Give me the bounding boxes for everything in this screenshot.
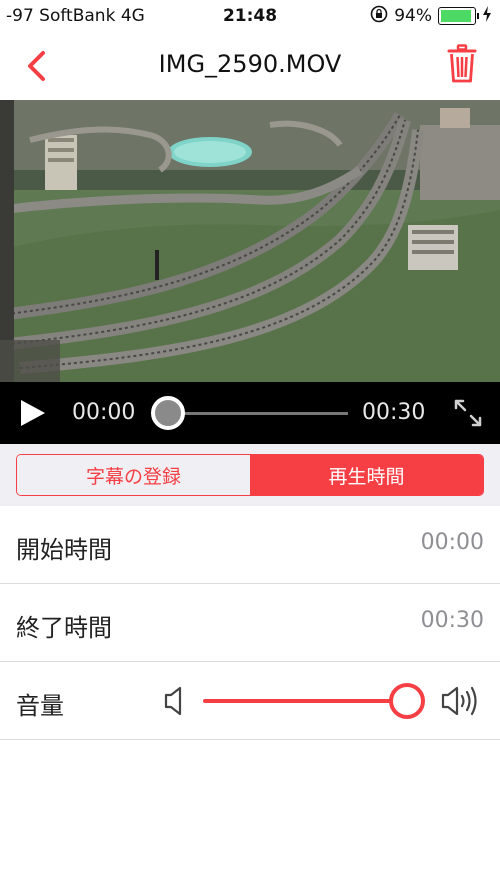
end-time-row[interactable]: 終了時間 00:30 xyxy=(0,584,500,662)
scrub-track[interactable] xyxy=(168,412,348,415)
status-right: 94% xyxy=(370,5,492,27)
current-time: 00:00 xyxy=(72,400,136,425)
end-time-value: 00:30 xyxy=(420,608,484,633)
expand-icon xyxy=(454,399,482,427)
segment-playback-time[interactable]: 再生時間 xyxy=(250,455,483,495)
delete-button[interactable] xyxy=(444,42,480,86)
battery-icon xyxy=(438,7,479,25)
scrub-thumb[interactable] xyxy=(151,396,185,430)
volume-slider-thumb[interactable] xyxy=(389,683,425,719)
charging-icon xyxy=(482,5,492,28)
segment-subtitle[interactable]: 字幕の登録 xyxy=(17,455,250,495)
battery-percent: 94% xyxy=(394,6,432,26)
volume-label: 音量 xyxy=(16,692,64,720)
battery-fill xyxy=(441,10,472,22)
page-title: IMG_2590.MOV xyxy=(158,50,342,78)
player-controls: 00:00 00:30 xyxy=(0,382,500,444)
rotation-lock-icon xyxy=(370,5,388,28)
start-time-value: 00:00 xyxy=(420,530,484,555)
navigation-bar: IMG_2590.MOV xyxy=(0,34,500,98)
play-icon xyxy=(21,400,45,426)
start-time-row[interactable]: 開始時間 00:00 xyxy=(0,506,500,584)
segmented-control: 字幕の登録 再生時間 xyxy=(16,454,484,496)
fullscreen-button[interactable] xyxy=(452,397,484,429)
volume-low-icon xyxy=(160,684,190,718)
segment-container: 字幕の登録 再生時間 xyxy=(0,444,500,506)
play-button[interactable] xyxy=(18,398,48,428)
video-preview[interactable] xyxy=(0,100,500,382)
volume-high-icon xyxy=(440,684,482,718)
volume-row: 音量 xyxy=(0,662,500,740)
start-time-label: 開始時間 xyxy=(16,536,112,564)
status-bar: -97 SoftBank 4G 21:48 94% xyxy=(0,0,500,34)
duration-time: 00:30 xyxy=(362,400,426,425)
trash-icon xyxy=(447,44,477,83)
volume-slider-track[interactable] xyxy=(203,699,407,703)
end-time-label: 終了時間 xyxy=(16,614,112,642)
